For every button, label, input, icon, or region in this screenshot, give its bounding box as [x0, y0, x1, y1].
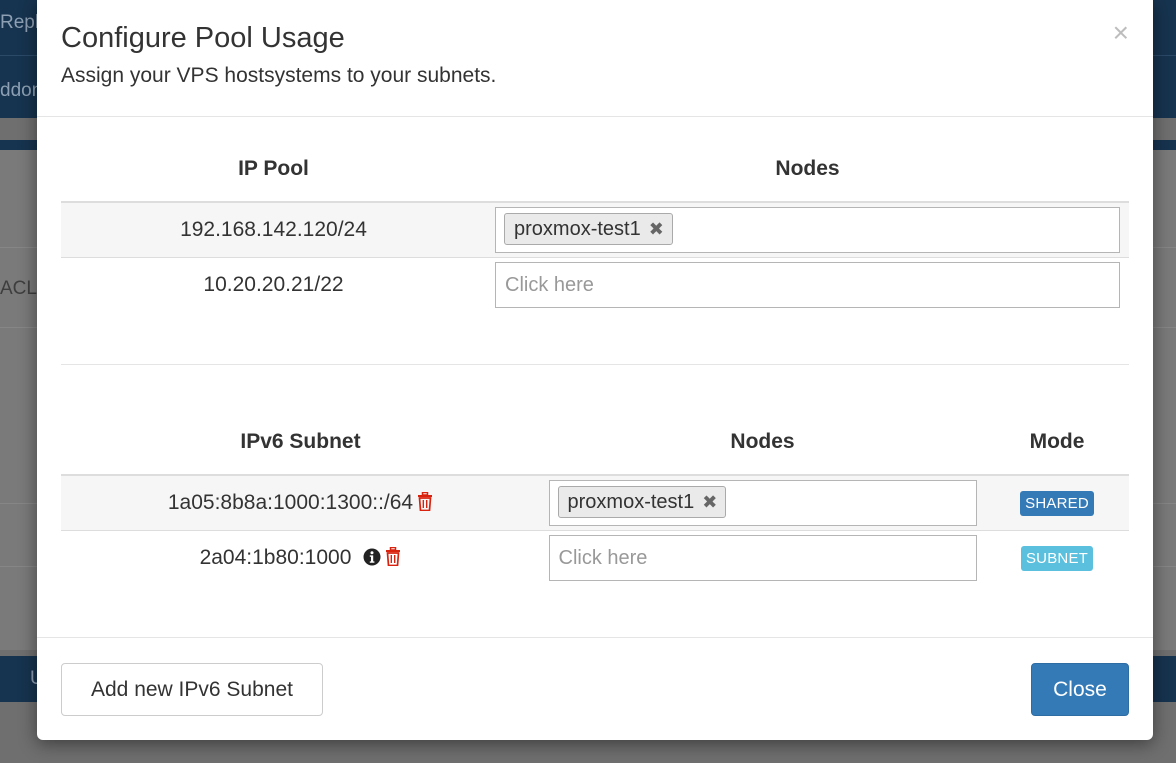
table-row: 192.168.142.120/24 proxmox-test1 ✖	[61, 202, 1129, 257]
ip-pool-table: IP Pool Nodes 192.168.142.120/24 proxmox…	[61, 136, 1129, 312]
add-ipv6-subnet-button[interactable]: Add new IPv6 Subnet	[61, 663, 323, 716]
nodes-select[interactable]: proxmox-test1 ✖	[548, 479, 977, 526]
node-tag-label: proxmox-test1	[514, 217, 641, 240]
modal-title: Configure Pool Usage	[61, 22, 345, 54]
node-tag-label: proxmox-test1	[567, 490, 695, 513]
ipv6-subnet-header: IPv6 Subnet	[61, 409, 540, 476]
ip-pool-cell: 192.168.142.120/24	[61, 202, 486, 257]
ip-pool-header: IP Pool	[61, 136, 486, 203]
close-icon[interactable]: ×	[1113, 18, 1129, 48]
ipv6-mode-header: Mode	[985, 409, 1129, 476]
ip-pool-nodes-header: Nodes	[486, 136, 1129, 203]
nodes-select[interactable]: Click here	[495, 261, 1120, 308]
nodes-placeholder: Click here	[505, 273, 594, 296]
remove-tag-icon[interactable]: ✖	[702, 487, 717, 517]
node-tag: proxmox-test1 ✖	[504, 212, 673, 245]
trash-icon[interactable]	[417, 491, 433, 511]
table-row: 1a05:8b8a:1000:1300::/64 proxmox-test1 ✖ …	[61, 475, 1129, 530]
mode-badge: SUBNET	[1020, 545, 1094, 571]
section-divider	[61, 364, 1129, 365]
modal-header: Configure Pool Usage Assign your VPS hos…	[37, 0, 1153, 117]
configure-pool-modal: Configure Pool Usage Assign your VPS hos…	[37, 0, 1153, 740]
nodes-select[interactable]: Click here	[548, 534, 977, 581]
ipv6-subnet-cell: 1a05:8b8a:1000:1300::/64	[167, 490, 414, 514]
mode-badge: SHARED	[1020, 490, 1094, 516]
table-row: 2a04:1b80:1000 Click here SUBNET	[61, 529, 1129, 585]
ipv6-subnet-table: IPv6 Subnet Nodes Mode 1a05:8b8a:1000:13…	[61, 409, 1129, 585]
nodes-placeholder: Click here	[558, 546, 648, 569]
info-circle-icon[interactable]	[363, 548, 381, 566]
background-addon-text: ddon	[0, 80, 43, 101]
ipv6-subnet-cell: 2a04:1b80:1000	[199, 545, 352, 569]
ipv6-nodes-header: Nodes	[540, 409, 985, 476]
remove-tag-icon[interactable]: ✖	[649, 214, 664, 244]
ip-pool-cell: 10.20.20.21/22	[61, 256, 486, 312]
trash-icon[interactable]	[385, 546, 401, 566]
modal-footer: Add new IPv6 Subnet Close	[37, 637, 1153, 740]
node-tag: proxmox-test1 ✖	[557, 485, 727, 518]
background-acl-text: ACL	[0, 278, 37, 299]
modal-subtitle: Assign your VPS hostsystems to your subn…	[61, 64, 497, 87]
close-button[interactable]: Close	[1031, 663, 1129, 716]
table-row: 10.20.20.21/22 Click here	[61, 256, 1129, 312]
nodes-select[interactable]: proxmox-test1 ✖	[495, 206, 1120, 253]
